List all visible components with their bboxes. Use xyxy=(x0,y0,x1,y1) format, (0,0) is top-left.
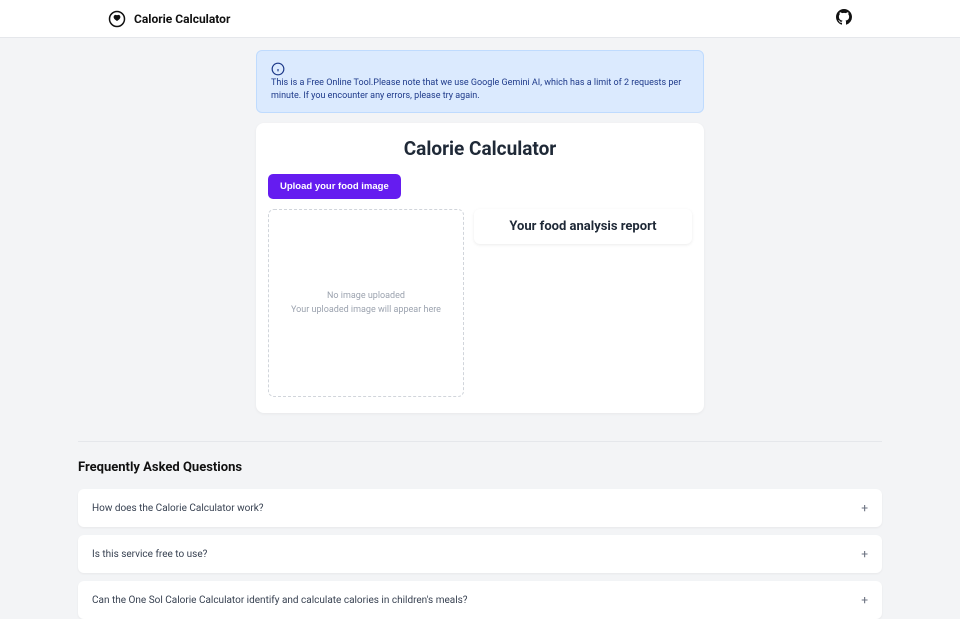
plus-icon: + xyxy=(861,547,868,561)
github-icon xyxy=(836,10,852,29)
header-left: Calorie Calculator xyxy=(108,10,230,28)
faq-question: Can the One Sol Calorie Calculator ident… xyxy=(92,595,468,606)
image-dropzone[interactable]: No image uploaded Your uploaded image wi… xyxy=(268,209,464,397)
info-banner: This is a Free Online Tool.Please note t… xyxy=(256,50,704,113)
heart-outline-icon xyxy=(108,10,126,28)
plus-icon: + xyxy=(861,501,868,515)
github-link[interactable] xyxy=(836,9,852,29)
faq-item[interactable]: Is this service free to use? + xyxy=(78,535,882,573)
header: Calorie Calculator xyxy=(0,0,960,38)
faq-divider xyxy=(78,441,882,442)
info-icon xyxy=(271,61,285,75)
report-title: Your food analysis report xyxy=(486,219,680,234)
header-title: Calorie Calculator xyxy=(134,12,230,26)
faq-item[interactable]: Can the One Sol Calorie Calculator ident… xyxy=(78,581,882,619)
dropzone-empty-subtitle: Your uploaded image will appear here xyxy=(291,305,441,315)
info-banner-text: This is a Free Online Tool.Please note t… xyxy=(271,77,689,102)
upload-button[interactable]: Upload your food image xyxy=(268,174,401,199)
main-content: This is a Free Online Tool.Please note t… xyxy=(0,38,960,619)
faq-question: Is this service free to use? xyxy=(92,549,207,560)
faq-question: How does the Calorie Calculator work? xyxy=(92,503,264,514)
faq-heading: Frequently Asked Questions xyxy=(78,460,882,475)
card-body: No image uploaded Your uploaded image wi… xyxy=(268,209,692,397)
report-panel: Your food analysis report xyxy=(474,209,692,244)
faq-item[interactable]: How does the Calorie Calculator work? + xyxy=(78,489,882,527)
dropzone-empty-title: No image uploaded xyxy=(327,291,405,301)
plus-icon: + xyxy=(861,593,868,607)
calculator-card: Calorie Calculator Upload your food imag… xyxy=(256,123,704,413)
card-title: Calorie Calculator xyxy=(268,137,692,160)
faq-section: Frequently Asked Questions How does the … xyxy=(78,441,882,619)
